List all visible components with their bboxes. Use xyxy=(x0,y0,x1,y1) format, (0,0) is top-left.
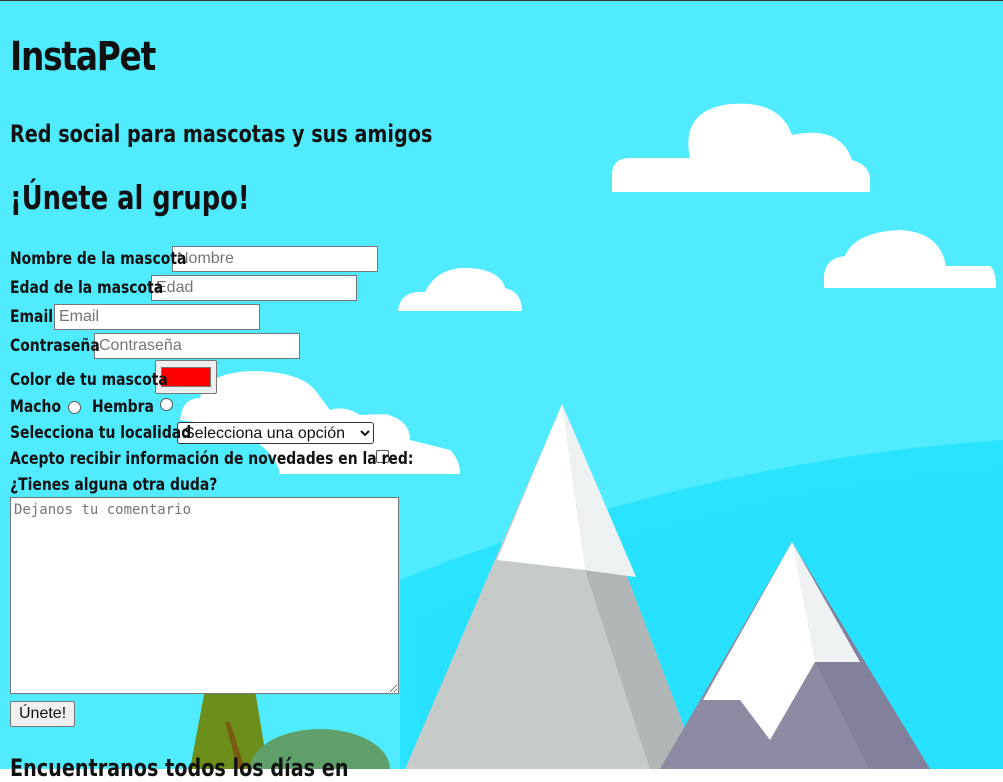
site-subtitle: Red social para mascotas y sus amigos xyxy=(10,120,433,148)
password-row: Contraseña xyxy=(10,333,300,359)
name-label: Nombre de la mascota xyxy=(10,249,187,269)
question-label: ¿Tienes alguna otra duda? xyxy=(10,475,218,495)
email-input[interactable] xyxy=(54,304,260,330)
female-label: Hembra xyxy=(92,397,154,417)
comment-textarea[interactable] xyxy=(10,497,399,694)
newsletter-label: Acepto recibir información de novedades … xyxy=(10,449,414,469)
color-swatch xyxy=(161,367,211,387)
age-label: Edad de la mascota xyxy=(10,278,164,298)
email-label: Email xyxy=(10,307,54,327)
name-row: Nombre de la mascota xyxy=(10,246,378,272)
footer-heading: Encuentranos todos los días en xyxy=(10,754,349,782)
site-title: InstaPet xyxy=(10,34,156,80)
email-row: Email xyxy=(10,304,260,330)
name-input[interactable] xyxy=(172,246,378,272)
location-label: Selecciona tu localidad xyxy=(10,423,192,443)
question-row: ¿Tienes alguna otra duda? xyxy=(10,472,263,498)
newsletter-row: Acepto recibir información de novedades … xyxy=(10,446,414,472)
submit-button[interactable]: Únete! xyxy=(10,701,76,727)
male-radio[interactable] xyxy=(68,400,81,414)
male-label: Macho xyxy=(10,397,62,417)
color-row: Color de tu mascota xyxy=(10,360,217,394)
age-input[interactable] xyxy=(151,275,357,301)
location-row: Selecciona tu localidad Selecciona una o… xyxy=(10,420,374,446)
password-label: Contraseña xyxy=(10,336,100,356)
female-radio[interactable] xyxy=(160,397,173,411)
top-border xyxy=(0,0,1003,1)
age-row: Edad de la mascota xyxy=(10,275,357,301)
location-select[interactable]: Selecciona una opción xyxy=(177,422,374,444)
color-label: Color de tu mascota xyxy=(10,370,168,390)
gender-row: Macho Hembra xyxy=(10,394,173,420)
password-input[interactable] xyxy=(94,333,300,359)
form-heading: ¡Únete al grupo! xyxy=(10,178,250,217)
